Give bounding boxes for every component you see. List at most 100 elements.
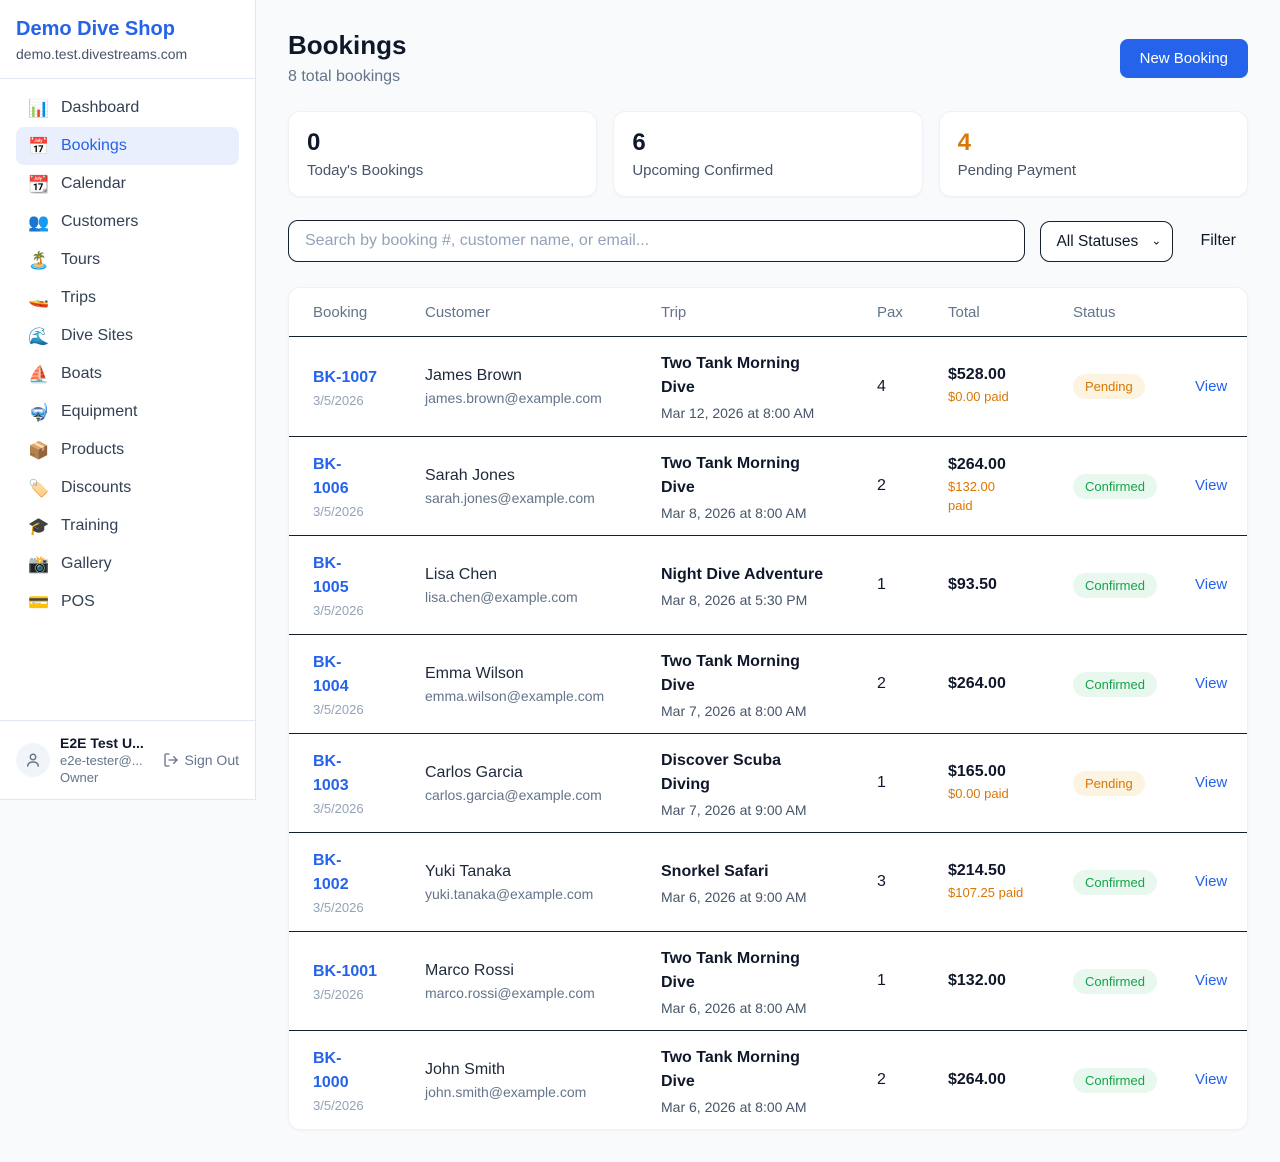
pax-count: 4 [877, 378, 886, 395]
filter-button[interactable]: Filter [1188, 224, 1248, 258]
sidebar-item-discounts[interactable]: 🏷️ Discounts [16, 469, 239, 507]
sidebar-item-customers[interactable]: 👥 Customers [16, 203, 239, 241]
table-row: BK- 1002 3/5/2026 Yuki Tanaka yuki.tanak… [289, 832, 1247, 931]
package-icon: 📦 [28, 442, 48, 459]
sailboat-icon: ⛵ [28, 366, 48, 383]
tear-off-calendar-icon: 📆 [28, 176, 48, 193]
column-header-total: Total [948, 304, 1073, 321]
tag-icon: 🏷️ [28, 480, 48, 497]
user-role: Owner [60, 770, 153, 785]
booking-date: 3/5/2026 [313, 603, 425, 618]
customer-email: emma.wilson@example.com [425, 688, 661, 704]
status-cell: Confirmed [1073, 1068, 1195, 1093]
customer-cell: Carlos Garcia carlos.garcia@example.com [425, 764, 661, 803]
table-body: BK-1007 3/5/2026 James Brown james.brown… [289, 337, 1247, 1129]
diving-mask-icon: 🤿 [28, 404, 48, 421]
sidebar-item-boats[interactable]: ⛵ Boats [16, 355, 239, 393]
actions-cell: View [1195, 972, 1227, 990]
stat-label: Today's Bookings [307, 162, 578, 179]
sidebar-item-trips[interactable]: 🚤 Trips [16, 279, 239, 317]
table-header-row: Booking Customer Trip Pax Total Status [289, 288, 1247, 337]
customer-name: Carlos Garcia [425, 764, 661, 782]
total-cell: $214.50 $107.25 paid [948, 862, 1073, 903]
customer-name: Yuki Tanaka [425, 863, 661, 881]
customer-name: James Brown [425, 367, 661, 385]
view-link[interactable]: View [1195, 774, 1227, 791]
total-amount: $93.50 [948, 576, 1073, 594]
customer-cell: Yuki Tanaka yuki.tanaka@example.com [425, 863, 661, 902]
booking-cell: BK- 1006 3/5/2026 [313, 453, 425, 519]
trip-name: Night Dive Adventure [661, 563, 877, 587]
sidebar-item-dashboard[interactable]: 📊 Dashboard [16, 89, 239, 127]
pax-count: 1 [877, 972, 886, 989]
total-amount: $165.00 [948, 763, 1073, 781]
view-link[interactable]: View [1195, 1071, 1227, 1088]
total-cell: $264.00 [948, 675, 1073, 693]
view-link[interactable]: View [1195, 378, 1227, 395]
booking-id-link[interactable]: BK- 1006 [313, 453, 349, 501]
search-input[interactable] [288, 220, 1025, 262]
table-controls: All Statuses ⌄ Filter [288, 220, 1248, 262]
sidebar-nav: 📊 Dashboard 📅 Bookings 📆 Calendar 👥 Cust… [0, 79, 255, 720]
sign-out-label: Sign Out [185, 752, 239, 768]
new-booking-button[interactable]: New Booking [1120, 39, 1248, 78]
booking-id-link[interactable]: BK- 1002 [313, 849, 349, 897]
booking-id-link[interactable]: BK- 1000 [313, 1047, 349, 1095]
booking-id-link[interactable]: BK-1007 [313, 366, 377, 390]
pax-cell: 4 [877, 378, 948, 396]
sign-out-button[interactable]: Sign Out [163, 752, 239, 768]
sidebar-item-dive-sites[interactable]: 🌊 Dive Sites [16, 317, 239, 355]
pax-cell: 3 [877, 873, 948, 891]
user-email: e2e-tester@... [60, 753, 153, 768]
customer-name: Marco Rossi [425, 962, 661, 980]
sidebar-item-pos[interactable]: 💳 POS [16, 583, 239, 621]
sidebar-item-equipment[interactable]: 🤿 Equipment [16, 393, 239, 431]
trip-name: Two Tank Morning Dive [661, 452, 877, 500]
booking-id-link[interactable]: BK- 1003 [313, 750, 349, 798]
sidebar-item-training[interactable]: 🎓 Training [16, 507, 239, 545]
booking-id-link[interactable]: BK- 1004 [313, 651, 349, 699]
status-filter-select[interactable]: All Statuses [1040, 221, 1173, 262]
trip-cell: Discover Scuba Diving Mar 7, 2026 at 9:0… [661, 749, 877, 818]
sidebar-item-tours[interactable]: 🏝️ Tours [16, 241, 239, 279]
paid-amount: $0.00 paid [948, 388, 1073, 407]
view-link[interactable]: View [1195, 873, 1227, 890]
sidebar-item-gallery[interactable]: 📸 Gallery [16, 545, 239, 583]
pax-count: 1 [877, 774, 886, 791]
booking-id-link[interactable]: BK- 1005 [313, 552, 349, 600]
trip-datetime: Mar 12, 2026 at 8:00 AM [661, 405, 877, 421]
customer-email: james.brown@example.com [425, 390, 661, 406]
trip-cell: Snorkel Safari Mar 6, 2026 at 9:00 AM [661, 860, 877, 905]
trip-cell: Two Tank Morning Dive Mar 6, 2026 at 8:0… [661, 947, 877, 1016]
status-cell: Pending [1073, 771, 1195, 796]
booking-id-link[interactable]: BK-1001 [313, 960, 377, 984]
sidebar-item-bookings[interactable]: 📅 Bookings [16, 127, 239, 165]
sidebar-user-footer: E2E Test U... e2e-tester@... Owner Sign … [0, 720, 255, 799]
calendar-icon: 📅 [28, 138, 48, 155]
pax-cell: 1 [877, 774, 948, 792]
total-cell: $528.00 $0.00 paid [948, 366, 1073, 407]
bookings-table: Booking Customer Trip Pax Total Status B… [288, 287, 1248, 1130]
sidebar-item-calendar[interactable]: 📆 Calendar [16, 165, 239, 203]
status-filter-wrap: All Statuses ⌄ [1040, 221, 1173, 262]
view-link[interactable]: View [1195, 576, 1227, 593]
trip-datetime: Mar 7, 2026 at 8:00 AM [661, 703, 877, 719]
user-info: E2E Test U... e2e-tester@... Owner [60, 735, 153, 785]
trip-datetime: Mar 7, 2026 at 9:00 AM [661, 802, 877, 818]
status-cell: Pending [1073, 374, 1195, 399]
booking-cell: BK-1001 3/5/2026 [313, 960, 425, 1002]
total-amount: $214.50 [948, 862, 1073, 880]
stat-card-todays-bookings: 0 Today's Bookings [288, 111, 597, 197]
booking-date: 3/5/2026 [313, 504, 425, 519]
view-link[interactable]: View [1195, 675, 1227, 692]
sidebar-item-products[interactable]: 📦 Products [16, 431, 239, 469]
table-row: BK- 1006 3/5/2026 Sarah Jones sarah.jone… [289, 436, 1247, 535]
page-subtitle: 8 total bookings [288, 68, 406, 86]
view-link[interactable]: View [1195, 972, 1227, 989]
booking-date: 3/5/2026 [313, 900, 425, 915]
pax-cell: 1 [877, 576, 948, 594]
trip-name: Two Tank Morning Dive [661, 947, 877, 995]
view-link[interactable]: View [1195, 477, 1227, 494]
person-icon [24, 751, 42, 769]
speedboat-icon: 🚤 [28, 290, 48, 307]
